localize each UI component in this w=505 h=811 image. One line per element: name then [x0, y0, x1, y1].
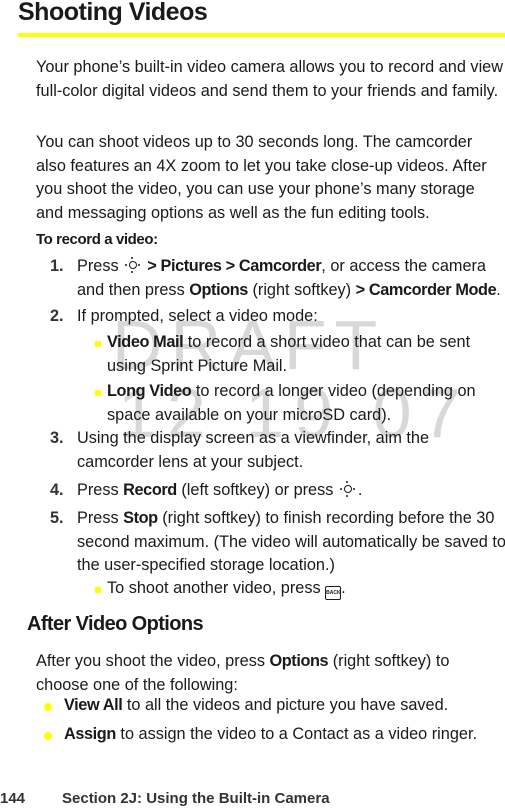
stop-softkey: Stop — [123, 509, 158, 527]
title-underline — [18, 33, 505, 37]
camcorder-mode: > Camcorder Mode — [355, 280, 497, 299]
step-text: Press > Pictures > Camcorder, or access … — [77, 255, 505, 302]
square-bullet-icon — [95, 390, 101, 396]
step-number: 1. — [50, 257, 64, 275]
options-softkey: Options — [189, 280, 248, 299]
subitem-bold: Video Mail — [107, 333, 184, 351]
step-text: Using the display screen as a viewfinder… — [77, 429, 430, 471]
subitem-bold: Long Video — [107, 382, 192, 400]
step-number: 2. — [50, 307, 64, 325]
subitem-post: . — [341, 579, 346, 597]
after-text-pre: After you shoot the video, press — [36, 652, 270, 670]
option-text: to assign the video to a Contact as a vi… — [115, 725, 478, 743]
step-text-post: . — [357, 481, 363, 499]
intro-paragraph-1: Your phone’s built-in video camera allow… — [36, 58, 503, 100]
procedure-heading: To record a video: — [36, 231, 158, 248]
back-key-icon: BACK — [325, 586, 342, 600]
round-bullet-icon — [44, 732, 52, 740]
option-name: View All — [64, 696, 123, 714]
step-text: If prompted, select a video mode: — [77, 307, 318, 325]
record-softkey: Record — [123, 481, 177, 499]
navigation-key-icon — [125, 257, 141, 273]
square-bullet-icon — [95, 341, 101, 347]
step-text-mid2: (right softkey) — [247, 280, 356, 299]
square-bullet-icon — [95, 587, 101, 593]
step-number: 5. — [50, 509, 64, 527]
subitem-text: To shoot another video, press — [107, 579, 326, 597]
step-number: 4. — [50, 481, 64, 499]
step-text-pre: Press — [77, 257, 119, 275]
step-text-pre: Press — [77, 509, 124, 527]
navigation-key-icon — [339, 481, 356, 497]
page-number: 144 — [0, 790, 26, 807]
round-bullet-icon — [44, 703, 52, 711]
step-text: Press Record (left softkey) or press . — [77, 479, 505, 503]
step-number: 3. — [50, 429, 64, 447]
step-text: Press Stop (right softkey) to finish rec… — [77, 507, 505, 578]
page-title: Shooting Videos — [18, 0, 208, 26]
option-name: Assign — [64, 725, 116, 743]
step-text-post: . — [496, 280, 501, 299]
step-text-mid: (left softkey) or press — [176, 481, 338, 499]
option-text: to all the videos and picture you have s… — [122, 696, 449, 714]
intro-paragraph-2: You can shoot videos up to 30 seconds lo… — [36, 133, 487, 223]
section-title: Section 2J: Using the Built-in Camera — [62, 790, 330, 807]
section-heading-after-video: After Video Options — [27, 613, 204, 635]
step-text-pre: Press — [77, 481, 124, 499]
after-paragraph: After you shoot the video, press Options… — [36, 650, 504, 697]
options-softkey: Options — [269, 652, 329, 670]
menu-path: > Pictures > Camcorder — [143, 257, 322, 275]
